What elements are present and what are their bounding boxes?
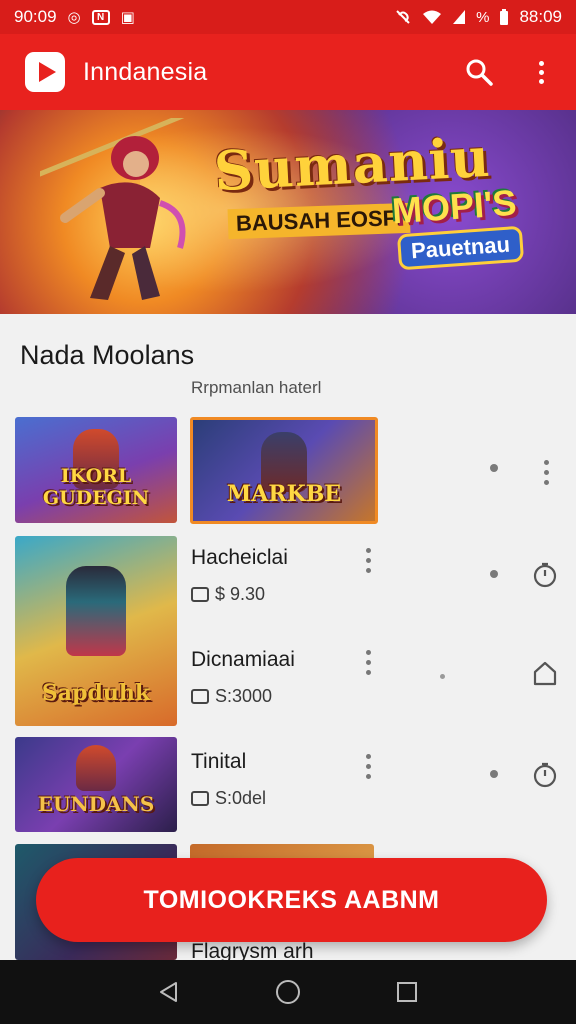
more-vert-icon[interactable] (366, 548, 371, 573)
status-left: 90:09 ◎ N ▣ (14, 7, 135, 27)
system-nav-bar (0, 960, 576, 1024)
more-vert-icon[interactable] (366, 754, 371, 779)
section-subtitle: Rrpmanlan haterl (191, 378, 322, 397)
list-item-title[interactable]: Hacheiclai (191, 546, 288, 570)
banner-badge-title: MOPI'S (390, 181, 518, 232)
more-vert-icon[interactable] (544, 460, 549, 485)
more-options-button[interactable] (526, 57, 556, 87)
status-right: % 88:09 (394, 7, 562, 27)
game-thumbnail[interactable]: Sapduhk (15, 536, 177, 726)
banner-hero-figure (40, 118, 186, 300)
recents-icon (396, 982, 417, 1002)
section-title: Nada Moolans (20, 340, 195, 370)
home-icon (275, 980, 300, 1004)
app-actions (464, 57, 556, 87)
status-clock: 88:09 (519, 7, 562, 26)
list-item-title[interactable]: Flagrysm arh (191, 940, 314, 960)
battery-percent: % (476, 8, 490, 26)
featured-banner[interactable]: Sumaniu BAUSAH EOSFI MOPI'S Pauetnau (0, 110, 576, 314)
mute-icon (396, 10, 410, 24)
play-logo-icon[interactable] (25, 52, 65, 92)
status-time: 90:09 (14, 7, 57, 26)
thumbnail-label: Sapduhk (41, 680, 151, 706)
list-item-title[interactable]: Tinital (191, 750, 246, 774)
list-item-meta: $ 9.30 (191, 584, 265, 605)
app-title: Inndanesia (83, 57, 208, 86)
home-outline-icon[interactable] (532, 660, 558, 686)
thumbnail-label: IKORL GUDEGIN (42, 465, 150, 509)
banner-badge-ribbon: Pauetnau (396, 225, 525, 271)
list-item-meta: S:3000 (191, 686, 272, 707)
character-figure (76, 745, 116, 791)
indicator-dot (490, 570, 498, 578)
indicator-dot (490, 770, 498, 778)
game-thumbnail[interactable]: EUNDANS (15, 737, 177, 832)
search-button[interactable] (464, 57, 494, 87)
sync-icon: ◎ (67, 8, 81, 26)
price-icon (191, 791, 209, 806)
status-bar: 90:09 ◎ N ▣ % 88:09 (0, 0, 576, 34)
list-item-price: S:3000 (215, 686, 273, 706)
more-vert-icon[interactable] (366, 650, 371, 675)
list-item-price: $ 9.30 (215, 584, 266, 604)
battery-icon (500, 9, 509, 25)
timer-icon[interactable] (532, 762, 558, 788)
list-item-meta: S:0del (191, 788, 266, 809)
more-vert-icon (538, 60, 544, 84)
list-item-title[interactable]: Dicnamiaai (191, 648, 295, 672)
thumbnail-label: EUNDANS (37, 792, 155, 816)
banner-subtitle: BAUSAH EOSFI (227, 202, 411, 240)
indicator-dot (490, 464, 498, 472)
recents-button[interactable] (392, 977, 422, 1007)
signal-icon (453, 10, 466, 24)
search-icon (466, 59, 493, 86)
price-icon (191, 689, 209, 704)
thumbnail-label: MARKBE (226, 481, 342, 507)
app-bar: Inndanesia (0, 34, 576, 110)
home-button[interactable] (273, 977, 303, 1007)
wifi-icon (423, 10, 442, 24)
primary-action-button[interactable]: TOMIOOKREKS AABNM (36, 858, 547, 942)
featured-game-thumbnail[interactable]: MARKBE (190, 417, 378, 524)
game-thumbnail[interactable]: IKORL GUDEGIN (15, 417, 177, 523)
game-controller-icon: ▣ (120, 8, 135, 26)
back-button[interactable] (154, 977, 184, 1007)
price-icon (191, 587, 209, 602)
notification-n-icon: N (91, 9, 110, 25)
indicator-dot (440, 674, 445, 679)
timer-icon[interactable] (532, 562, 558, 588)
character-figure (66, 566, 126, 656)
back-icon (160, 982, 178, 1002)
list-item-price: S:0del (215, 788, 267, 808)
